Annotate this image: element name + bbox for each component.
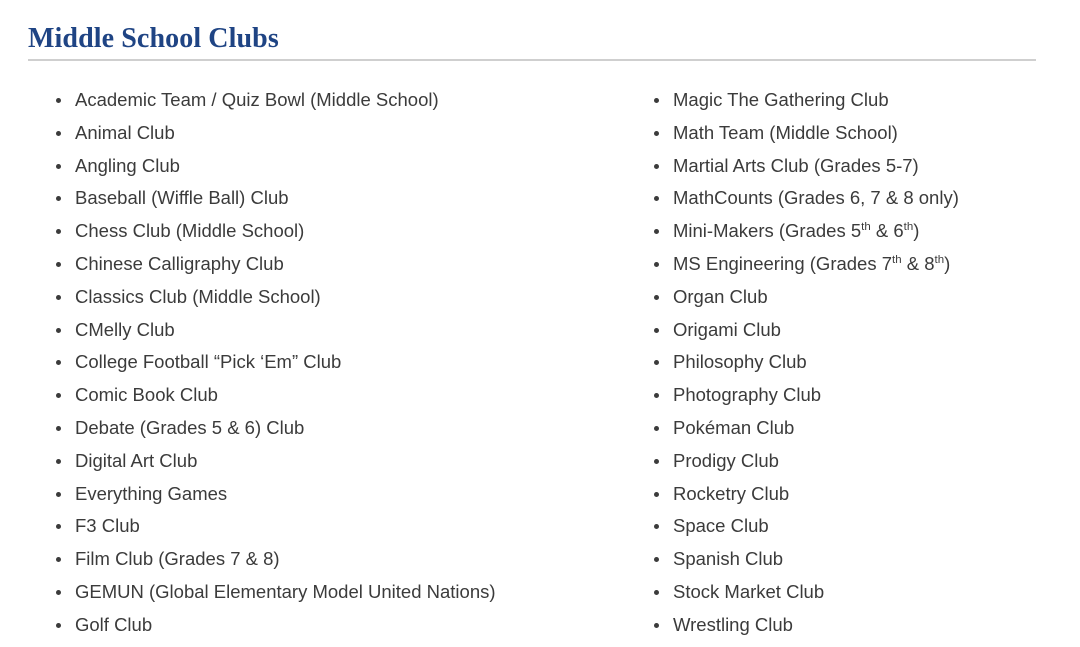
club-name: Chess Club (Middle School) (75, 220, 305, 242)
club-list-item: Chinese Calligraphy Club (30, 248, 620, 281)
club-name: Mini-Makers (Grades 5th & 6th) (673, 220, 920, 242)
right-column: Magic The Gathering Club Math Team (Middl… (620, 84, 1080, 642)
club-name: Comic Book Club (75, 384, 218, 406)
club-name: Pokéman Club (673, 416, 795, 438)
club-name: Wrestling Club (673, 613, 793, 635)
club-list-item: Angling Club (30, 150, 620, 183)
club-name: College Football “Pick ‘Em” Club (75, 351, 342, 373)
club-name: Digital Art Club (75, 449, 198, 471)
club-list-item: F3 Club (30, 510, 620, 543)
club-list-item: Math Team (Middle School) (628, 117, 1080, 150)
club-list-item: College Football “Pick ‘Em” Club (30, 346, 620, 379)
club-name: F3 Club (75, 515, 140, 537)
club-list-item: Philosophy Club (628, 346, 1080, 379)
left-column: Academic Team / Quiz Bowl (Middle School… (0, 84, 620, 642)
club-list-item: Baseball (Wiffle Ball) Club (30, 182, 620, 215)
club-list-item: Origami Club (628, 314, 1080, 347)
club-name: Film Club (Grades 7 & 8) (75, 548, 280, 570)
clubs-columns: Academic Team / Quiz Bowl (Middle School… (0, 84, 1080, 642)
club-name: Space Club (673, 515, 769, 537)
club-name: Baseball (Wiffle Ball) Club (75, 187, 289, 209)
club-name: Origami Club (673, 318, 781, 340)
club-list-item: Everything Games (30, 478, 620, 511)
club-list-item: Organ Club (628, 281, 1080, 314)
club-name: Rocketry Club (673, 482, 790, 504)
club-list-right: Magic The Gathering Club Math Team (Middl… (628, 84, 1080, 642)
club-list-item: Photography Club (628, 379, 1080, 412)
club-list-item: Magic The Gathering Club (628, 84, 1080, 117)
club-list-item: Classics Club (Middle School) (30, 281, 620, 314)
club-name: Everything Games (75, 482, 228, 504)
club-list-item: Stock Market Club (628, 576, 1080, 609)
club-name: MS Engineering (Grades 7th & 8th) (673, 252, 951, 274)
club-name: Stock Market Club (673, 580, 825, 602)
club-list-item: GEMUN (Global Elementary Model United Na… (30, 576, 620, 609)
club-name: Debate (Grades 5 & 6) Club (75, 416, 305, 438)
club-name: Angling Club (75, 154, 180, 176)
club-list-left: Academic Team / Quiz Bowl (Middle School… (30, 84, 620, 642)
club-list-item: CMelly Club (30, 314, 620, 347)
club-list-item: Martial Arts Club (Grades 5-7) (628, 150, 1080, 183)
club-list-item: Golf Club (30, 609, 620, 642)
club-name: Classics Club (Middle School) (75, 285, 321, 307)
title-divider (28, 59, 1036, 61)
club-name: Philosophy Club (673, 351, 807, 373)
club-name: Photography Club (673, 384, 822, 406)
club-name: Math Team (Middle School) (673, 121, 898, 143)
club-name: MathCounts (Grades 6, 7 & 8 only) (673, 187, 959, 209)
club-list-item: MS Engineering (Grades 7th & 8th) (628, 248, 1080, 281)
club-name: Golf Club (75, 613, 153, 635)
club-list-item: MathCounts (Grades 6, 7 & 8 only) (628, 182, 1080, 215)
club-list-item: Pokéman Club (628, 412, 1080, 445)
club-name: Magic The Gathering Club (673, 89, 889, 110)
club-name: GEMUN (Global Elementary Model United Na… (75, 580, 496, 602)
club-name: Organ Club (673, 285, 768, 307)
page-title: Middle School Clubs (28, 23, 279, 54)
club-list-item: Academic Team / Quiz Bowl (Middle School… (30, 84, 620, 117)
club-list-item: Digital Art Club (30, 445, 620, 478)
club-name: Spanish Club (673, 548, 784, 570)
club-list-item: Chess Club (Middle School) (30, 215, 620, 248)
club-list-item: Comic Book Club (30, 379, 620, 412)
club-list-item: Film Club (Grades 7 & 8) (30, 543, 620, 576)
club-name: Martial Arts Club (Grades 5-7) (673, 154, 919, 176)
club-list-item: Wrestling Club (628, 609, 1080, 642)
club-name: Animal Club (75, 121, 175, 143)
club-name: CMelly Club (75, 318, 175, 340)
club-list-item: Debate (Grades 5 & 6) Club (30, 412, 620, 445)
club-list-item: Space Club (628, 510, 1080, 543)
club-list-item: Mini-Makers (Grades 5th & 6th) (628, 215, 1080, 248)
club-list-item: Prodigy Club (628, 445, 1080, 478)
club-name: Chinese Calligraphy Club (75, 252, 284, 274)
club-list-item: Spanish Club (628, 543, 1080, 576)
club-name: Prodigy Club (673, 449, 779, 471)
clubs-page: Middle School Clubs Academic Team / Quiz… (0, 0, 1080, 647)
club-list-item: Animal Club (30, 117, 620, 150)
club-list-item: Rocketry Club (628, 478, 1080, 511)
club-name: Academic Team / Quiz Bowl (Middle School… (75, 89, 439, 110)
